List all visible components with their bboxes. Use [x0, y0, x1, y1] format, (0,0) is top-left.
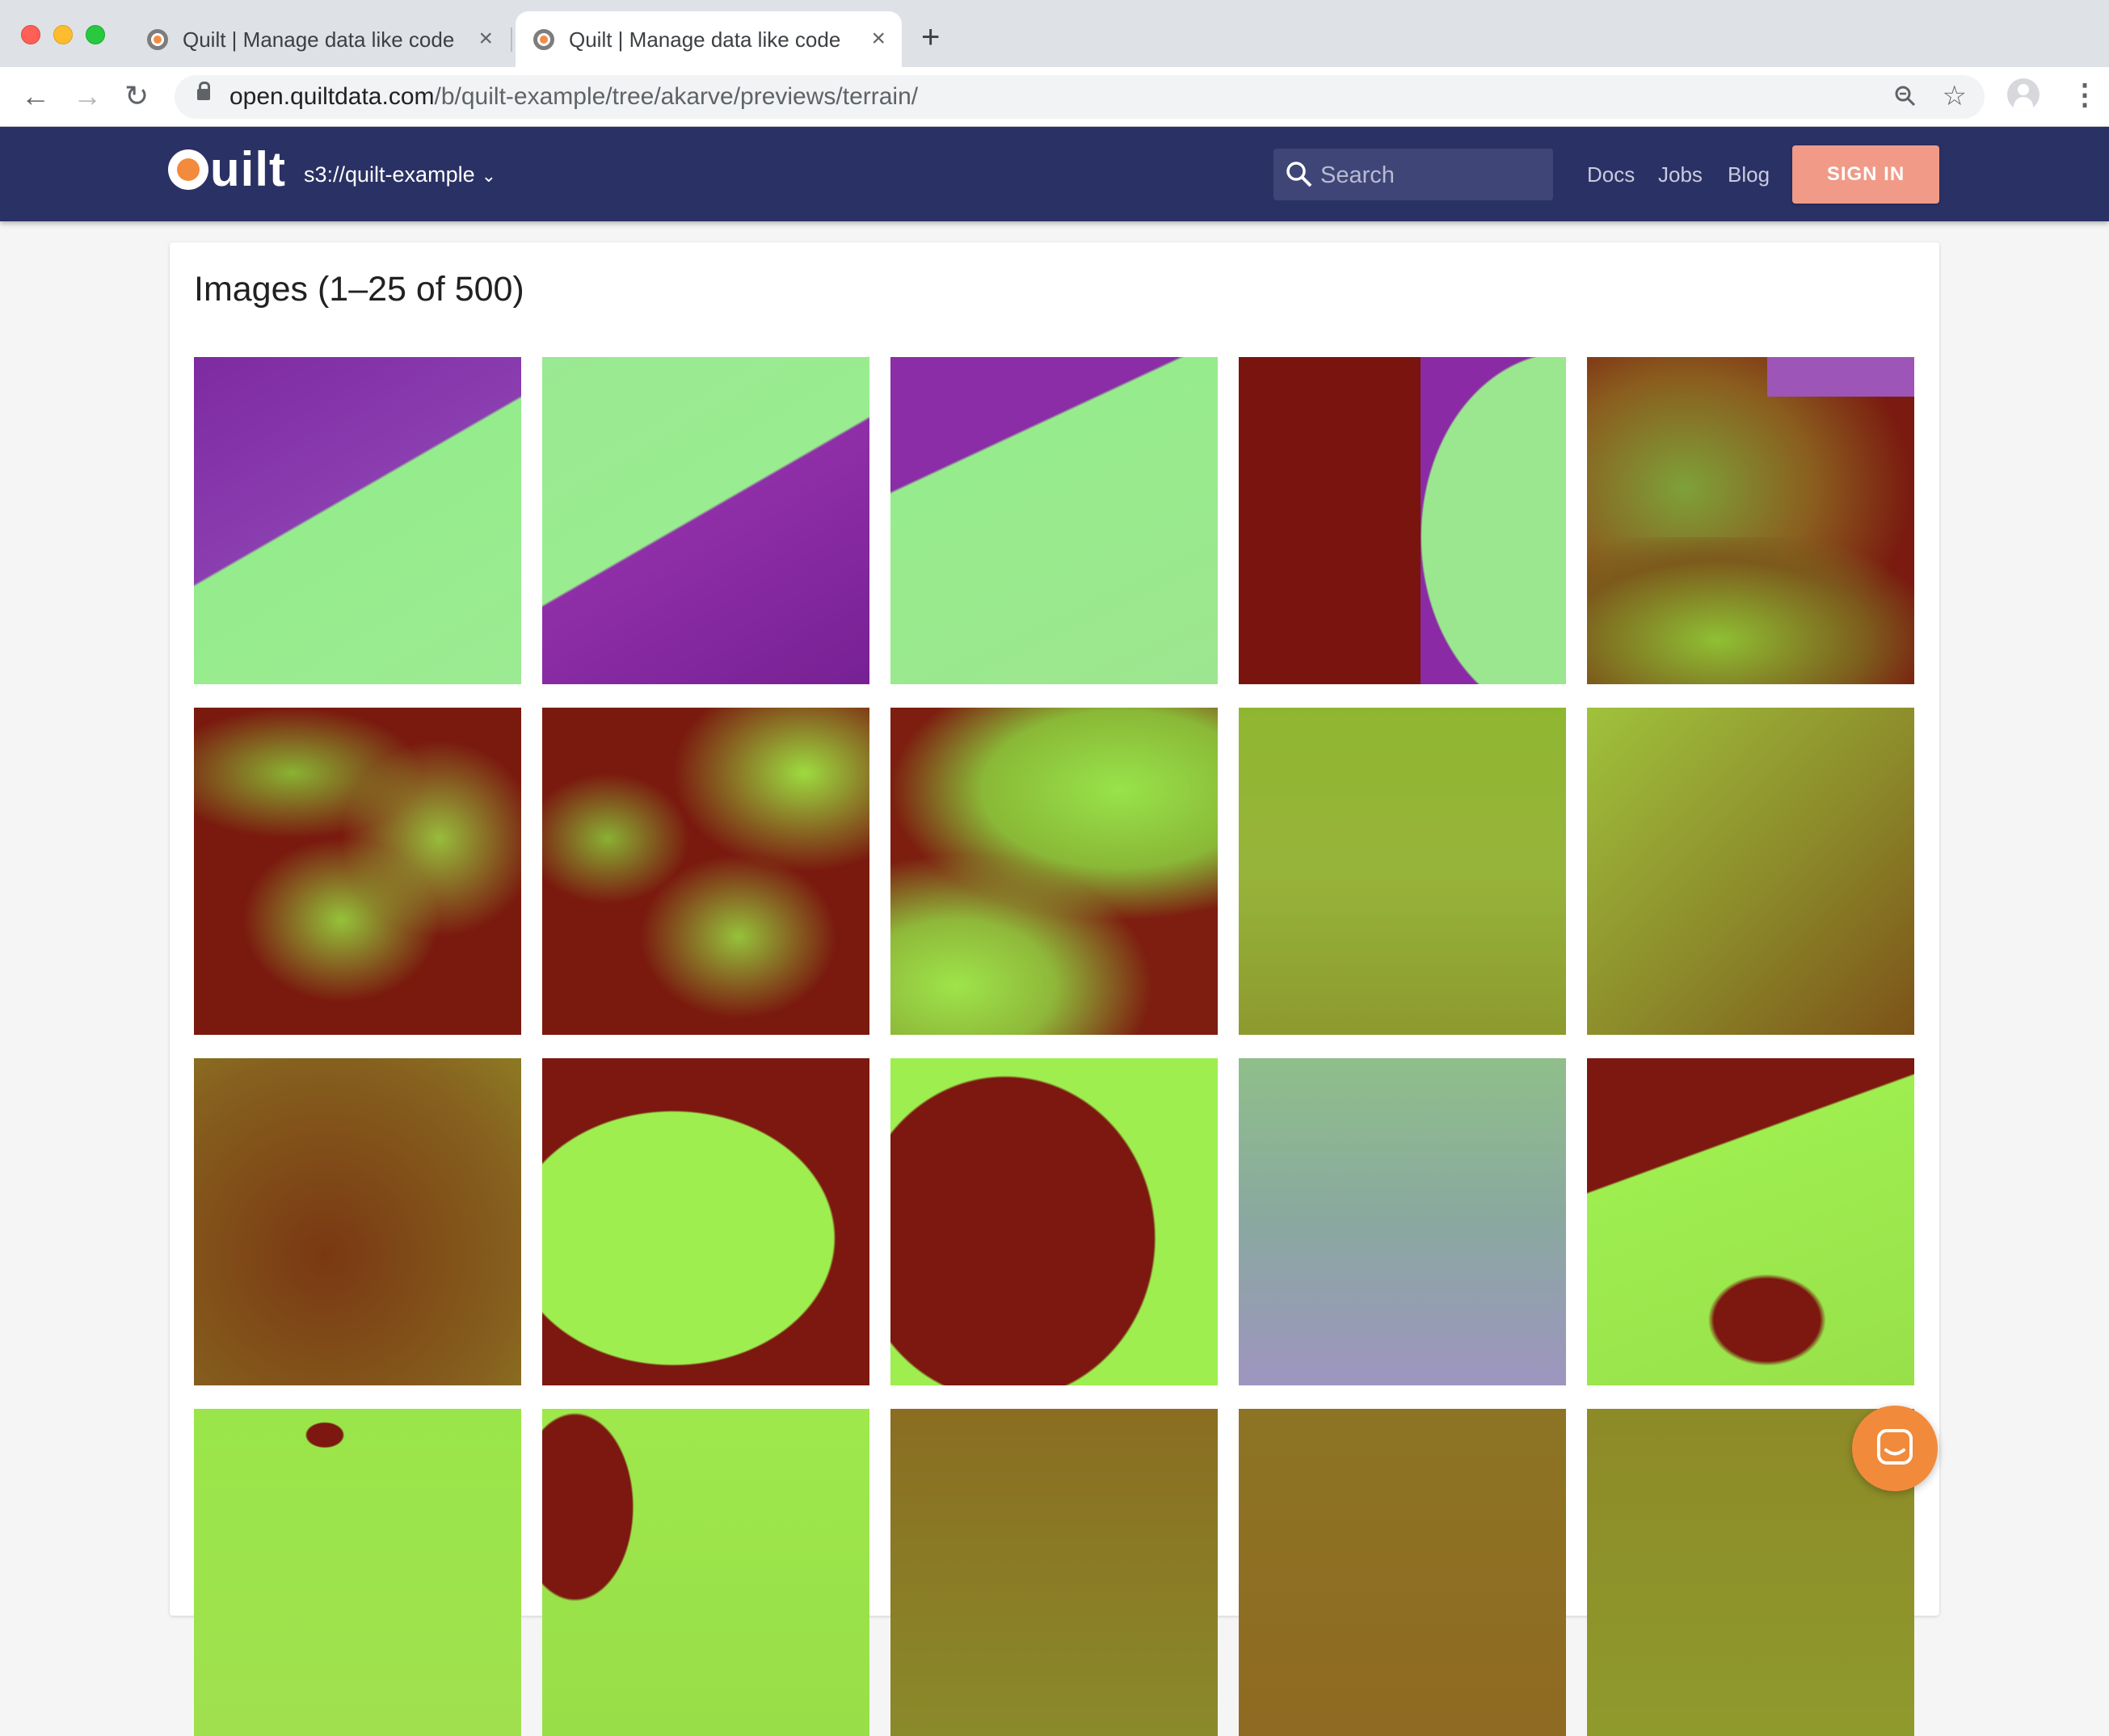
chat-icon	[1877, 1429, 1913, 1465]
image-thumbnail[interactable]	[1587, 357, 1914, 684]
tab-title: Quilt | Manage data like code	[569, 27, 841, 52]
image-thumbnail[interactable]	[194, 1058, 521, 1385]
quilt-favicon-icon	[147, 29, 168, 50]
quilt-favicon-icon	[533, 29, 554, 50]
minimize-window-button[interactable]	[53, 25, 73, 44]
zoom-icon[interactable]	[1894, 85, 1917, 107]
bucket-selector[interactable]: s3://quilt-example ⌄	[304, 162, 496, 187]
address-bar[interactable]: open.quiltdata.com/b/quilt-example/tree/…	[175, 75, 1985, 119]
browser-tab-strip: Quilt | Manage data like code × Quilt | …	[0, 0, 2109, 67]
arrow-left-icon[interactable]: ←	[21, 80, 50, 112]
tab-close-icon[interactable]: ×	[478, 24, 493, 53]
browser-tab-1[interactable]: Quilt | Manage data like code ×	[129, 11, 509, 67]
image-thumbnail[interactable]	[1239, 357, 1566, 684]
search-box[interactable]	[1273, 149, 1553, 200]
image-thumbnail[interactable]	[194, 1409, 521, 1736]
search-icon	[1286, 162, 1312, 187]
image-thumbnail[interactable]	[890, 1058, 1218, 1385]
close-window-button[interactable]	[21, 25, 40, 44]
lock-icon	[197, 82, 210, 100]
reload-icon[interactable]: ↻	[124, 80, 149, 112]
chat-widget-button[interactable]	[1852, 1406, 1938, 1491]
image-thumbnail[interactable]	[1587, 1058, 1914, 1385]
url-path: /b/quilt-example/tree/akarve/previews/te…	[434, 83, 919, 110]
profile-icon[interactable]	[2007, 78, 2040, 111]
images-card: Images (1–25 of 500)	[170, 242, 1939, 1736]
image-thumbnail[interactable]	[542, 708, 869, 1035]
image-thumbnail[interactable]	[1587, 708, 1914, 1035]
kebab-menu-icon[interactable]: ⋮	[2070, 78, 2099, 111]
image-thumbnail[interactable]	[542, 1409, 869, 1736]
url-text[interactable]: open.quiltdata.com/b/quilt-example/tree/…	[229, 83, 918, 111]
logo-text: uilt	[210, 142, 286, 196]
url-host: open.quiltdata.com	[229, 83, 435, 110]
image-thumbnail[interactable]	[1239, 1058, 1566, 1385]
chevron-down-icon: ⌄	[481, 166, 497, 186]
sign-in-button[interactable]: SIGN IN	[1792, 145, 1939, 204]
star-icon[interactable]: ☆	[1943, 82, 1967, 111]
new-tab-button[interactable]: +	[921, 21, 940, 53]
tab-title: Quilt | Manage data like code	[183, 27, 455, 52]
browser-toolbar: ← → ↻ open.quiltdata.com/b/quilt-example…	[0, 67, 2109, 127]
tab-divider	[511, 27, 512, 52]
nav-docs-link[interactable]: Docs	[1587, 162, 1635, 187]
quilt-logo-mark-icon	[168, 149, 208, 190]
page-title: Images (1–25 of 500)	[194, 270, 524, 309]
image-thumbnail[interactable]	[194, 708, 521, 1035]
image-thumbnail[interactable]	[890, 1409, 1218, 1736]
image-thumbnail[interactable]	[1239, 708, 1566, 1035]
search-input[interactable]	[1319, 155, 1548, 195]
browser-tab-2-active[interactable]: Quilt | Manage data like code ×	[516, 11, 902, 67]
image-thumbnail[interactable]	[890, 357, 1218, 684]
image-thumbnail[interactable]	[1239, 1409, 1566, 1736]
maximize-window-button[interactable]	[86, 25, 105, 44]
image-thumbnail[interactable]	[542, 357, 869, 684]
nav-jobs-link[interactable]: Jobs	[1658, 162, 1703, 187]
image-thumbnail[interactable]	[194, 357, 521, 684]
image-thumbnail[interactable]	[542, 1058, 869, 1385]
image-thumbnail[interactable]	[890, 708, 1218, 1035]
tab-close-icon[interactable]: ×	[871, 24, 886, 53]
nav-blog-link[interactable]: Blog	[1728, 162, 1770, 187]
arrow-right-icon[interactable]: →	[73, 80, 102, 112]
bucket-name: s3://quilt-example	[304, 162, 475, 187]
app-header: uilt s3://quilt-example⌄ Docs Jobs Blog …	[0, 127, 2109, 221]
